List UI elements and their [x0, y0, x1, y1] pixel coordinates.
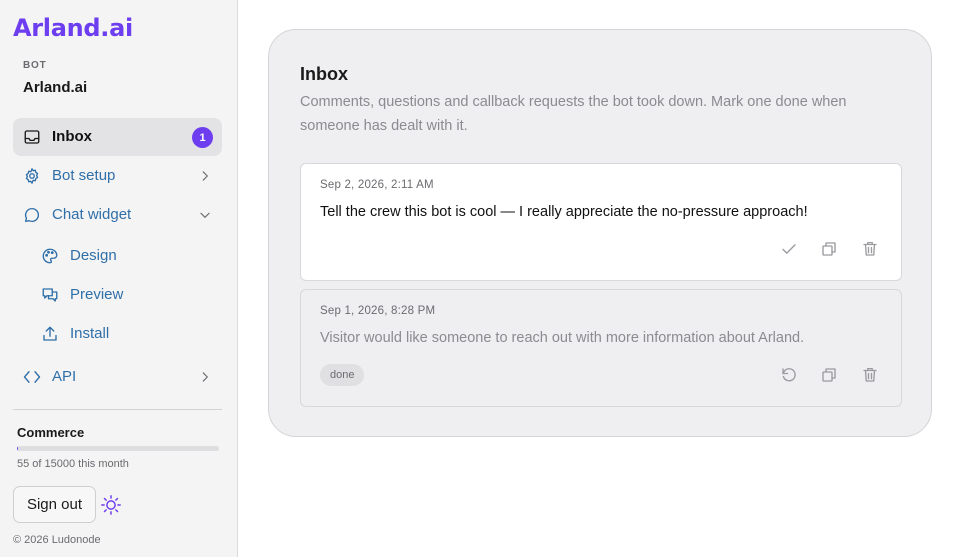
sidebar-item-api[interactable]: API: [13, 358, 222, 396]
sidebar-item-design[interactable]: Design: [13, 237, 222, 275]
inbox-item-message: Tell the crew this bot is cool — I reall…: [320, 204, 808, 220]
gear-icon: [23, 167, 41, 185]
sidebar-item-label: Design: [70, 247, 117, 264]
plan-name: Commerce: [17, 425, 85, 440]
usage-progress-fill: [17, 446, 18, 451]
chevron-right-icon: [198, 169, 212, 183]
sidebar-item-inbox[interactable]: Inbox 1: [13, 118, 222, 156]
copy-icon[interactable]: [820, 366, 838, 384]
sidebar-divider: [13, 409, 222, 410]
inbox-item-message: Visitor would like someone to reach out …: [320, 330, 805, 346]
inbox-item-time: Sep 2, 2026, 2:11 AM: [320, 179, 434, 191]
inbox-icon: [23, 128, 41, 146]
bot-name: Arland.ai: [23, 79, 88, 96]
bot-section-label: BOT: [23, 60, 47, 71]
sidebar-item-chat-widget[interactable]: Chat widget: [13, 196, 222, 234]
copyright: © 2026 Ludonode: [13, 534, 101, 546]
preview-icon: [41, 286, 59, 304]
palette-icon: [41, 247, 59, 265]
sidebar: Arland.ai BOT Arland.ai Inbox 1 Bot setu…: [0, 0, 238, 557]
usage-text: 55 of 15000 this month: [17, 458, 129, 470]
page-description: Comments, questions and callback request…: [300, 94, 847, 134]
sidebar-item-label: Chat widget: [52, 206, 132, 223]
inbox-count-badge: 1: [192, 127, 213, 148]
inbox-item: Sep 1, 2026, 8:28 PM Visitor would like …: [300, 289, 902, 407]
page-title: Inbox: [300, 64, 348, 84]
inbox-item: Sep 2, 2026, 2:11 AM Tell the crew this …: [300, 163, 902, 281]
chevron-right-icon: [198, 370, 212, 384]
status-badge: done: [320, 364, 365, 386]
sidebar-item-install[interactable]: Install: [13, 315, 222, 353]
trash-icon[interactable]: [861, 366, 879, 384]
upload-icon: [41, 325, 59, 343]
sidebar-item-label: Preview: [70, 286, 124, 303]
check-icon[interactable]: [780, 240, 798, 258]
inbox-panel: Inbox Comments, questions and callback r…: [268, 29, 932, 437]
usage-progress-bar: [17, 446, 219, 451]
undo-icon[interactable]: [780, 366, 798, 384]
trash-icon[interactable]: [861, 240, 879, 258]
sidebar-item-label: Bot setup: [52, 167, 116, 184]
sidebar-item-preview[interactable]: Preview: [13, 276, 222, 314]
copy-icon[interactable]: [820, 240, 838, 258]
sidebar-item-label: Inbox: [52, 128, 92, 145]
chat-bubble-icon: [23, 206, 41, 224]
code-icon: [23, 368, 41, 386]
sign-out-button[interactable]: Sign out: [13, 486, 96, 523]
sidebar-item-bot-setup[interactable]: Bot setup: [13, 157, 222, 195]
chevron-down-icon: [198, 208, 212, 222]
sidebar-item-label: Install: [70, 325, 110, 342]
inbox-item-time: Sep 1, 2026, 8:28 PM: [320, 305, 436, 317]
logo[interactable]: Arland.ai: [13, 14, 133, 42]
sun-icon[interactable]: [100, 494, 122, 516]
sidebar-item-label: API: [52, 368, 77, 385]
